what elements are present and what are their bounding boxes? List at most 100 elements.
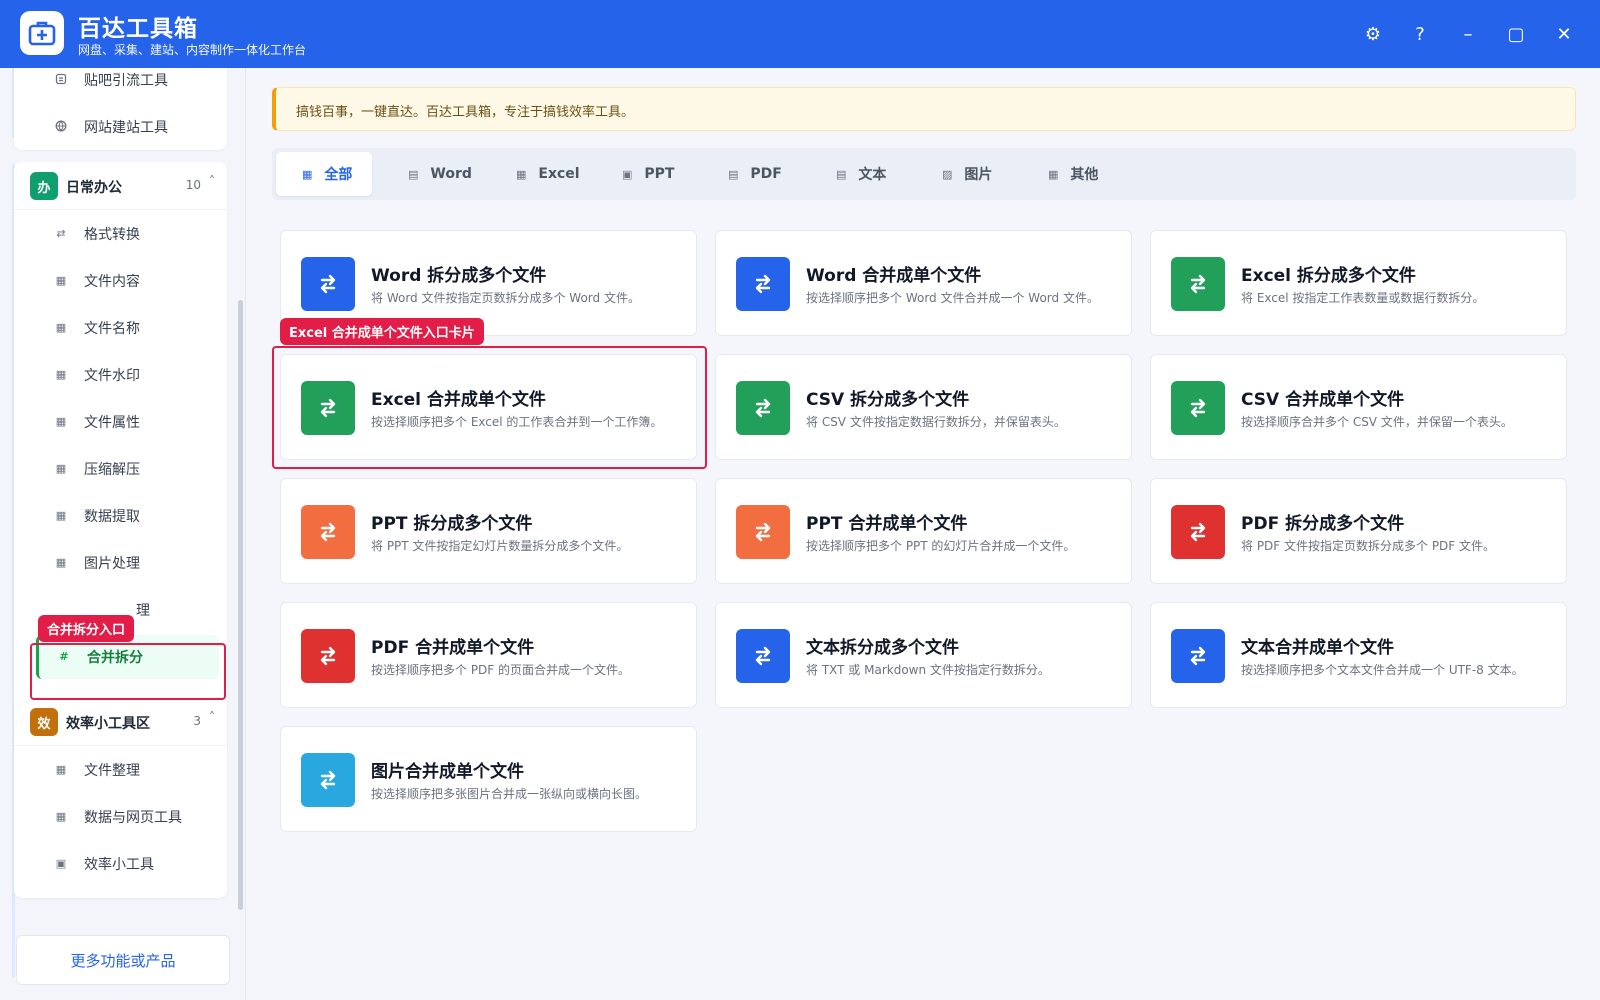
sidebar: 贴吧引流工具 网站建站工具 办 日常办公 10 ˄ ⇄ 格式转换 ▦ 文件内容 ▦ 文件名…: [0, 68, 246, 1000]
settings-icon[interactable]: ⚙: [1358, 19, 1388, 49]
card-description: 将 PPT 文件按指定幻灯片数量拆分成多个文件。: [371, 539, 629, 553]
tab-cat-5[interactable]: ▤ 文本: [810, 152, 906, 196]
app-title: 百达工具箱: [78, 16, 198, 42]
tab-cat-2[interactable]: ▦ Excel: [490, 152, 586, 196]
tab-label: Excel: [538, 166, 580, 182]
tool-card-pdf-9[interactable]: PDF 合并成单个文件 按选择顺序把多个 PDF 的页面合并成一个文件。: [280, 602, 697, 708]
title-bar: 百达工具箱 网盘、采集、建站、内容制作一体化工作台 ⚙ ? – ▢ ✕: [0, 0, 1600, 68]
group-header-efficiency[interactable]: 效 效率小工具区 3 ˄: [14, 698, 227, 746]
card-title: PPT 拆分成多个文件: [371, 514, 533, 534]
tool-card-ppt-7[interactable]: PPT 合并成单个文件 按选择顺序把多个 PPT 的幻灯片合并成一个文件。: [715, 478, 1132, 584]
sidebar-item-label: 数据与网页工具: [84, 810, 182, 826]
tab-all[interactable]: ▦ 全部: [276, 152, 372, 196]
minimize-icon[interactable]: –: [1453, 19, 1483, 49]
tab-label: 文本: [858, 167, 887, 183]
sidebar-item-efficiency-1[interactable]: ▦ 数据与网页工具: [36, 795, 219, 839]
card-title: Excel 拆分成多个文件: [1241, 266, 1416, 286]
tab-cat-7[interactable]: ▦ 其他: [1022, 152, 1118, 196]
toolbox-logo-icon: [20, 11, 64, 55]
chevron-up-icon[interactable]: ˄: [209, 174, 215, 188]
tool-card-word-1[interactable]: Word 合并成单个文件按选择顺序把多个 Word 文件合并成一个 Word 文…: [715, 230, 1132, 336]
swap-arrows-icon: [1171, 505, 1225, 559]
sidebar-item-label: 文件水印: [84, 368, 140, 384]
sidebar-item-label: 网站建站工具: [84, 120, 168, 136]
sidebar-item-office-3[interactable]: ▦ 文件水印: [36, 353, 219, 397]
scroll-thumb[interactable]: [238, 300, 243, 910]
sidebar-item-label: 压缩解压: [84, 462, 140, 478]
card-description: 将 Word 文件按指定页数拆分成多个 Word 文件。: [371, 291, 640, 305]
sidebar-item-label: 效率小工具: [84, 857, 154, 873]
tool-card-excel-3[interactable]: Excel 合并成单个文件 按选择顺序把多个 Excel 的工作表合并到一个工作簿…: [280, 354, 697, 460]
sidebar-item-office-5[interactable]: ▦ 压缩解压: [36, 447, 219, 491]
card-title: CSV 拆分成多个文件: [806, 390, 970, 410]
tool-card-text-11[interactable]: 文本合并成单个文件按选择顺序把多个文本文件合并成一个 UTF-8 文本。: [1150, 602, 1567, 708]
tool-card-excel-5[interactable]: CSV 合并成单个文件 按选择顺序合并多个 CSV 文件，并保留一个表头。: [1150, 354, 1567, 460]
card-description: 按选择顺序把多个文本文件合并成一个 UTF-8 文本。: [1241, 663, 1524, 677]
sidebar-group-web: 贴吧引流工具 网站建站工具: [14, 68, 227, 150]
tool-card-pdf-8[interactable]: PDF 拆分成多个文件将 PDF 文件按指定页数拆分成多个 PDF 文件。: [1150, 478, 1567, 584]
efficiency-badge: 效: [30, 708, 58, 736]
card-description: 按选择顺序把多个 PPT 的幻灯片合并成一个文件。: [806, 539, 1076, 553]
sidebar-item-office-1[interactable]: ▦ 文件内容: [36, 259, 219, 303]
sidebar-item-office-7[interactable]: ▦ 图片处理: [36, 541, 219, 585]
tab-icon: ▦: [1048, 167, 1059, 181]
group-header-office[interactable]: 办 日常办公 10 ˄: [14, 162, 227, 210]
card-description: 按选择顺序把多个 Word 文件合并成一个 Word 文件。: [806, 291, 1099, 305]
tool-card-excel-4[interactable]: CSV 拆分成多个文件将 CSV 文件按指定数据行数拆分，并保留表头。: [715, 354, 1132, 460]
swap-arrows-icon: [301, 257, 355, 311]
sidebar-item-label: 合并拆分: [87, 650, 143, 666]
tab-icon: ▦: [516, 167, 527, 181]
sidebar-group-office: 办 日常办公 10 ˄ ⇄ 格式转换 ▦ 文件内容 ▦ 文件名称 ▦ 文件水印 ▦ 文件属性 ▦ 压缩…: [14, 162, 227, 756]
card-title: 文本拆分成多个文件: [806, 638, 959, 658]
more-products-button[interactable]: 更多功能或产品: [16, 935, 230, 985]
swap-arrows-icon: [736, 629, 790, 683]
tab-cat-4[interactable]: ▤ PDF: [702, 152, 798, 196]
swap-arrows-icon: [1171, 257, 1225, 311]
sidebar-item-office-8[interactable]: 理: [136, 588, 216, 632]
tool-card-text-10[interactable]: 文本拆分成多个文件将 TXT 或 Markdown 文件按指定行数拆分。: [715, 602, 1132, 708]
chevron-up-icon[interactable]: ˄: [209, 710, 215, 724]
grid-icon: ▦: [55, 508, 67, 522]
card-title: Word 合并成单个文件: [806, 266, 982, 286]
sidebar-item-office-2[interactable]: ▦ 文件名称: [36, 306, 219, 350]
tool-card-ppt-6[interactable]: PPT 拆分成多个文件将 PPT 文件按指定幻灯片数量拆分成多个文件。: [280, 478, 697, 584]
maximize-icon[interactable]: ▢: [1501, 19, 1531, 49]
tool-card-image-12[interactable]: 图片合并成单个文件 按选择顺序把多张图片合并成一张纵向或横向长图。: [280, 726, 697, 832]
card-title: 文本合并成单个文件: [1241, 638, 1394, 658]
tab-label: PDF: [750, 166, 782, 182]
tab-label: 全部: [324, 167, 353, 183]
swap-arrows-icon: [1171, 629, 1225, 683]
swap-icon: ⇄: [56, 226, 66, 240]
card-description: 按选择顺序把多个 Excel 的工作表合并到一个工作簿。: [371, 415, 663, 429]
card-title: CSV 合并成单个文件: [1241, 390, 1405, 410]
sidebar-item-efficiency-0[interactable]: ▦ 文件整理: [36, 748, 219, 792]
grid-icon: ▦: [55, 809, 67, 823]
sidebar-item-efficiency-2[interactable]: ▣ 效率小工具: [36, 842, 219, 886]
swap-arrows-icon: [1171, 381, 1225, 435]
sidebar-item-office-6[interactable]: ▦ 数据提取: [36, 494, 219, 538]
app-subtitle: 网盘、采集、建站、内容制作一体化工作台: [78, 43, 307, 57]
sidebar-item-office-0[interactable]: ⇄ 格式转换: [36, 212, 219, 256]
tab-cat-1[interactable]: ▤ Word: [382, 152, 478, 196]
tab-cat-6[interactable]: ▨ 图片: [916, 152, 1012, 196]
notice-banner: 搞钱百事，一键直达。百达工具箱，专注于搞钱效率工具。: [272, 87, 1576, 131]
category-tabs: ▦ 全部 ▤ Word ▦ Excel ▣ PPT ▤ PDF ▤ 文本 ▨ 图片 ▦ 其他: [272, 148, 1576, 200]
sidebar-item-tieba[interactable]: 贴吧引流工具: [36, 68, 219, 102]
sidebar-group-efficiency: 效 效率小工具区 3 ˄ ▦ 文件整理 ▦ 数据与网页工具 ▣ 效率小工具: [14, 698, 227, 898]
tab-icon: ▤: [728, 167, 739, 181]
sidebar-item-label: 格式转换: [84, 227, 140, 243]
swap-arrows-icon: [301, 629, 355, 683]
sidebar-scrollbar[interactable]: [236, 68, 244, 918]
tab-icon: ▤: [836, 167, 847, 181]
close-icon[interactable]: ✕: [1549, 19, 1579, 49]
sidebar-item-office-4[interactable]: ▦ 文件属性: [36, 400, 219, 444]
hash-icon: #: [59, 649, 69, 663]
notice-text: 搞钱百事，一键直达。百达工具箱，专注于搞钱效率工具。: [296, 105, 635, 120]
help-icon[interactable]: ?: [1405, 19, 1435, 49]
tab-cat-3[interactable]: ▣ PPT: [596, 152, 692, 196]
tab-icon: ▨: [942, 167, 953, 181]
sidebar-item-website[interactable]: 网站建站工具: [36, 105, 219, 149]
tool-card-excel-2[interactable]: Excel 拆分成多个文件将 Excel 按指定工作表数量或数据行数拆分。: [1150, 230, 1567, 336]
card-description: 将 Excel 按指定工作表数量或数据行数拆分。: [1241, 291, 1485, 305]
card-title: PDF 合并成单个文件: [371, 638, 535, 658]
